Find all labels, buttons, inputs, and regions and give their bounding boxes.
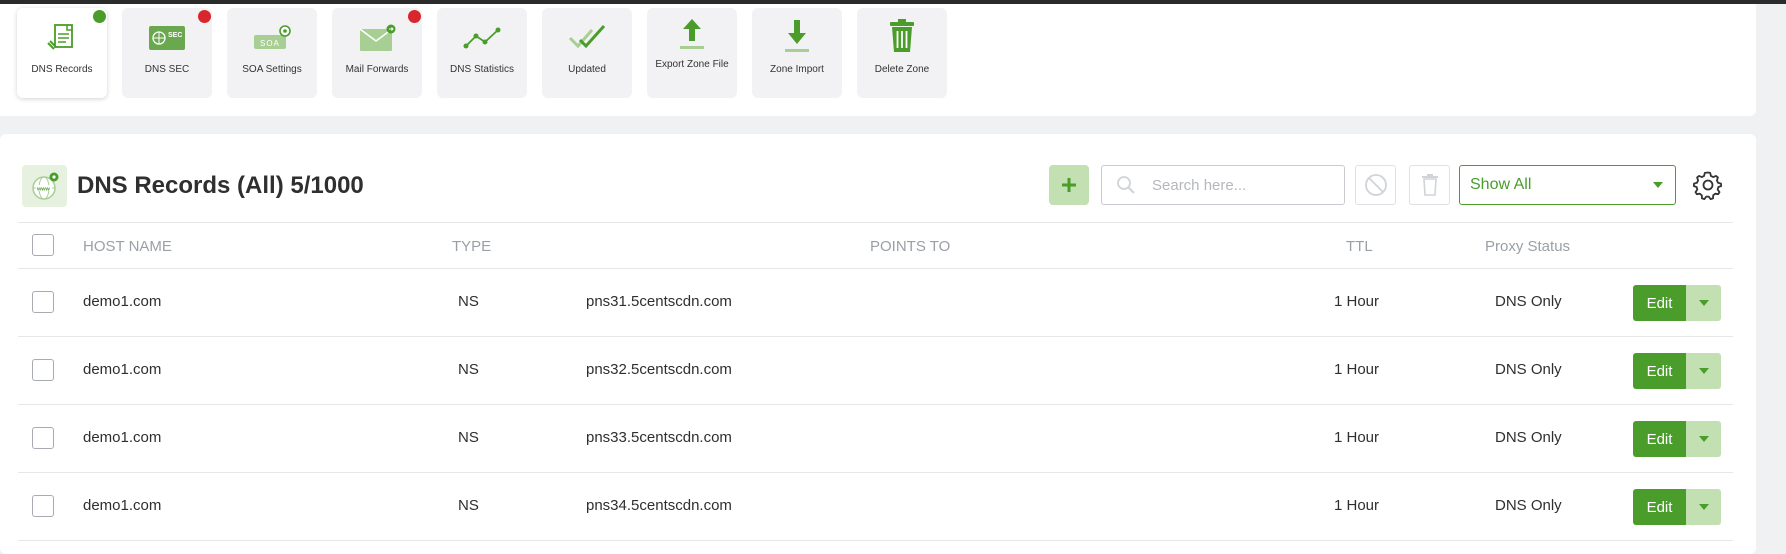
type-cell: NS: [458, 361, 479, 378]
upload-icon: [647, 16, 737, 52]
search-box: [1101, 165, 1345, 205]
status-badge-red: [408, 10, 421, 23]
column-header-ttl[interactable]: TTL: [1346, 238, 1373, 255]
ttl-cell: 1 Hour: [1334, 429, 1380, 446]
chevron-down-icon: [1698, 368, 1709, 374]
type-cell: NS: [458, 429, 479, 446]
table-row: demo1.com NS pns34.5centscdn.com 1 Hour …: [18, 473, 1733, 541]
edit-dropdown-toggle[interactable]: [1686, 421, 1721, 457]
svg-text:SEC: SEC: [168, 32, 182, 39]
edit-dropdown-toggle[interactable]: [1686, 353, 1721, 389]
gear-icon[interactable]: [1692, 170, 1723, 200]
table-header: HOST NAME TYPE POINTS TO TTL Proxy Statu…: [18, 222, 1733, 269]
table-row: demo1.com NS pns32.5centscdn.com 1 Hour …: [18, 337, 1733, 405]
block-icon: [1364, 174, 1387, 196]
disable-button[interactable]: [1355, 165, 1396, 205]
column-header-host[interactable]: HOST NAME: [83, 238, 172, 255]
tool-dns-statistics[interactable]: DNS Statistics: [437, 8, 527, 98]
globe-www-icon: www: [22, 165, 67, 207]
tool-label: DNS Statistics: [450, 64, 514, 75]
edit-button[interactable]: Edit: [1633, 353, 1686, 389]
chevron-down-icon: [1653, 182, 1663, 188]
edit-dropdown-toggle[interactable]: [1686, 489, 1721, 525]
soa-icon: SOA: [227, 20, 317, 56]
tool-label: Delete Zone: [874, 64, 930, 75]
tool-label: DNS SEC: [144, 64, 190, 75]
table-row: demo1.com NS pns31.5centscdn.com 1 Hour …: [18, 269, 1733, 337]
column-header-points-to[interactable]: POINTS TO: [870, 238, 950, 255]
download-icon: [752, 18, 842, 54]
tool-label: Updated: [568, 64, 606, 75]
host-name-cell: demo1.com: [83, 361, 162, 378]
dnssec-icon: SEC: [122, 20, 212, 56]
proxy-status-cell: DNS Only: [1495, 361, 1562, 378]
tool-label: Zone Import: [770, 64, 824, 75]
tool-label: SOA Settings: [242, 64, 302, 75]
ttl-cell: 1 Hour: [1334, 361, 1380, 378]
svg-text:SOA: SOA: [260, 39, 280, 48]
column-header-proxy-status[interactable]: Proxy Status: [1485, 238, 1570, 255]
edit-button[interactable]: Edit: [1633, 421, 1686, 457]
tool-zone-import[interactable]: Zone Import: [752, 8, 842, 98]
tool-updated[interactable]: Updated: [542, 8, 632, 98]
svg-text:www: www: [36, 187, 51, 193]
points-to-cell: pns32.5centscdn.com: [586, 361, 732, 378]
row-checkbox[interactable]: [32, 495, 54, 517]
search-input[interactable]: [1152, 176, 1342, 194]
tool-delete-zone[interactable]: Delete Zone: [857, 8, 947, 98]
edit-button[interactable]: Edit: [1633, 285, 1686, 321]
dns-records-icon: [17, 20, 107, 56]
statistics-icon: [437, 20, 527, 56]
status-badge-green: [93, 10, 106, 23]
record-filter-select[interactable]: Show All: [1459, 165, 1676, 205]
host-name-cell: demo1.com: [83, 429, 162, 446]
ttl-cell: 1 Hour: [1334, 293, 1380, 310]
chevron-down-icon: [1698, 300, 1709, 306]
page-title: DNS Records (All) 5/1000: [77, 172, 364, 199]
ttl-cell: 1 Hour: [1334, 497, 1380, 514]
points-to-cell: pns31.5centscdn.com: [586, 293, 732, 310]
dns-records-panel: www DNS Records (All) 5/1000 Search here…: [0, 134, 1756, 554]
points-to-cell: pns33.5centscdn.com: [586, 429, 732, 446]
row-checkbox[interactable]: [32, 291, 54, 313]
tool-label: Export Zone File: [655, 59, 729, 70]
edit-dropdown-toggle[interactable]: [1686, 285, 1721, 321]
dns-records-table: HOST NAME TYPE POINTS TO TTL Proxy Statu…: [18, 222, 1733, 541]
proxy-status-cell: DNS Only: [1495, 497, 1562, 514]
check-icon: [542, 20, 632, 56]
proxy-status-cell: DNS Only: [1495, 293, 1562, 310]
host-name-cell: demo1.com: [83, 497, 162, 514]
tool-label: Mail Forwards: [345, 64, 409, 75]
tool-mail-forwards[interactable]: Mail Forwards: [332, 8, 422, 98]
plus-icon: [1062, 178, 1076, 192]
host-name-cell: demo1.com: [83, 293, 162, 310]
trash-icon: [1421, 174, 1438, 196]
add-record-button[interactable]: [1049, 165, 1089, 205]
status-badge-red: [198, 10, 211, 23]
tool-soa-settings[interactable]: SOA SOA Settings: [227, 8, 317, 98]
tool-label: DNS Records: [31, 64, 93, 75]
search-icon: [1116, 175, 1138, 195]
proxy-status-cell: DNS Only: [1495, 429, 1562, 446]
trash-icon: [857, 18, 947, 54]
tool-dns-records[interactable]: DNS Records: [17, 8, 107, 98]
chevron-down-icon: [1698, 504, 1709, 510]
select-all-checkbox[interactable]: [32, 234, 54, 256]
chevron-down-icon: [1698, 436, 1709, 442]
mail-icon: [332, 20, 422, 56]
column-header-type[interactable]: TYPE: [452, 238, 491, 255]
type-cell: NS: [458, 497, 479, 514]
zone-toolbar: DNS Records SEC DNS SEC SOA SOA Settings…: [0, 4, 1756, 116]
row-checkbox[interactable]: [32, 427, 54, 449]
type-cell: NS: [458, 293, 479, 310]
select-value: Show All: [1470, 176, 1532, 193]
tool-export-zone-file[interactable]: Export Zone File: [647, 8, 737, 98]
points-to-cell: pns34.5centscdn.com: [586, 497, 732, 514]
tool-dns-sec[interactable]: SEC DNS SEC: [122, 8, 212, 98]
row-checkbox[interactable]: [32, 359, 54, 381]
table-row: demo1.com NS pns33.5centscdn.com 1 Hour …: [18, 405, 1733, 473]
edit-button[interactable]: Edit: [1633, 489, 1686, 525]
delete-selected-button[interactable]: [1409, 165, 1450, 205]
